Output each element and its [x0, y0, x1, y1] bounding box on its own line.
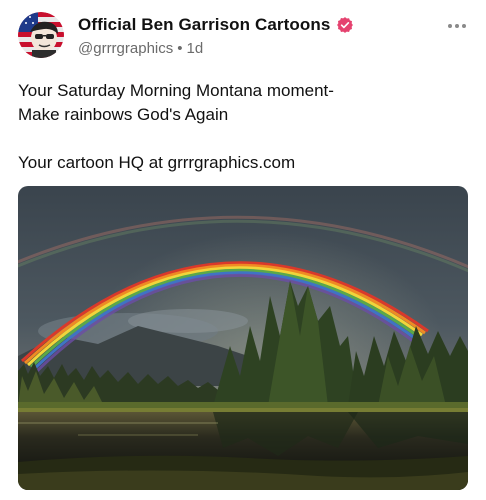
post-timestamp[interactable]: 1d	[187, 40, 204, 57]
more-options-button[interactable]	[448, 24, 466, 28]
post-text-line: Your cartoon HQ at grrrgraphics.com	[18, 153, 296, 172]
author-handle[interactable]: @grrrgraphics	[78, 40, 173, 57]
avatar-image	[18, 12, 64, 58]
post-text-line: Make rainbows God's Again	[18, 105, 229, 124]
ellipsis-horizontal-icon	[462, 24, 466, 28]
author-name-row: Official Ben Garrison Cartoons	[78, 15, 354, 35]
author-display-name[interactable]: Official Ben Garrison Cartoons	[78, 15, 330, 35]
ellipsis-horizontal-icon	[455, 24, 459, 28]
meta-separator: •	[177, 40, 183, 57]
post-photo[interactable]	[18, 186, 468, 490]
rainbow-landscape-photo	[18, 186, 468, 490]
ellipsis-horizontal-icon	[448, 24, 452, 28]
author-meta: @grrrgraphics • 1d	[78, 40, 203, 57]
verified-badge-icon	[337, 17, 354, 33]
post-text-blank-line	[18, 127, 468, 151]
avatar[interactable]	[18, 12, 64, 58]
post-body: Your Saturday Morning Montana moment- Ma…	[18, 79, 468, 175]
post-text-line: Your Saturday Morning Montana moment-	[18, 81, 334, 100]
